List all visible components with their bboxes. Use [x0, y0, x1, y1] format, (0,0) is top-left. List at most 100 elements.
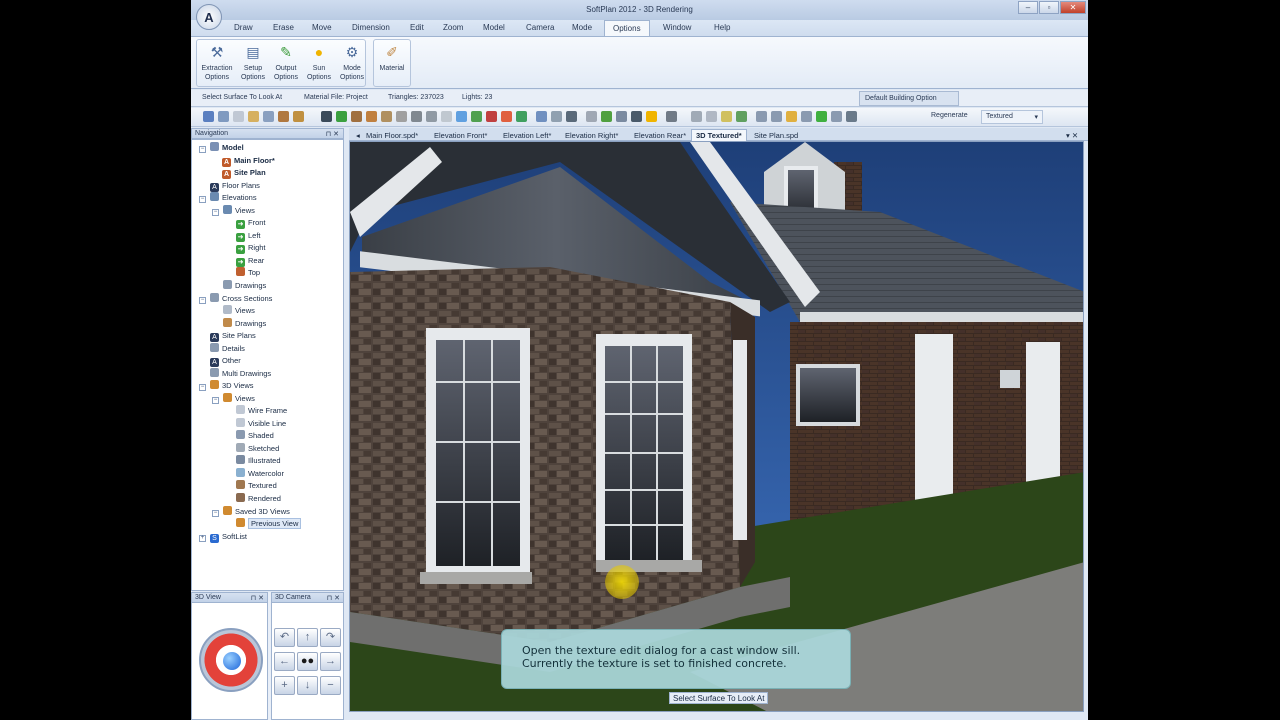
tool-tree-icon[interactable] — [336, 111, 347, 122]
tree-site-plan[interactable]: A Site Plan — [222, 167, 266, 179]
tool-settings-icon[interactable] — [831, 111, 842, 122]
tree-top[interactable]: Top — [236, 267, 260, 278]
tool-camera-icon[interactable] — [321, 111, 332, 122]
tab-elevation-front[interactable]: Elevation Front* — [429, 129, 492, 141]
tool-sky-icon[interactable] — [456, 111, 467, 122]
zoom-out-button[interactable]: − — [320, 676, 341, 695]
bay-window-right[interactable] — [733, 340, 747, 540]
window-sill-left[interactable] — [420, 572, 532, 584]
tree-elev-views[interactable]: Views — [223, 205, 255, 216]
tabs-menu-close-icon[interactable]: ▾ ✕ — [1061, 129, 1083, 141]
tree-cs-views[interactable]: Views — [223, 305, 255, 316]
menu-options[interactable]: Options — [604, 20, 650, 36]
tree-details[interactable]: Details — [210, 343, 245, 354]
tool-layer-icon[interactable] — [666, 111, 677, 122]
tree-3d-views[interactable]: 3D Views — [210, 380, 254, 391]
menu-help[interactable]: Help — [714, 23, 730, 32]
tree-saved-3d-views[interactable]: Saved 3D Views — [223, 506, 290, 517]
menu-camera[interactable]: Camera — [526, 23, 554, 32]
tool-hand-icon[interactable] — [721, 111, 732, 122]
tool-pencil-icon[interactable] — [486, 111, 497, 122]
tab-site-plan[interactable]: Site Plan.spd — [749, 129, 803, 141]
expander-icon[interactable]: + — [199, 535, 206, 542]
maximize-button[interactable]: ▫ — [1039, 1, 1059, 14]
tool-paste-icon[interactable] — [278, 111, 289, 122]
menu-mode[interactable]: Mode — [572, 23, 592, 32]
rotate-left-button[interactable]: ↶ — [274, 628, 295, 647]
tool-regenerate-icon[interactable] — [816, 111, 827, 122]
tree-elev-drawings[interactable]: Drawings — [223, 280, 266, 291]
expander-icon[interactable]: − — [199, 384, 206, 391]
tool-cut-icon[interactable] — [263, 111, 274, 122]
tree-other[interactable]: A Other — [210, 355, 241, 367]
app-logo-icon[interactable]: A — [196, 4, 222, 30]
tree-illustrated[interactable]: Illustrated — [236, 455, 281, 466]
tool-arrow-icon[interactable] — [516, 111, 527, 122]
extraction-options-button[interactable]: ⚒ Extraction Options — [199, 42, 235, 82]
tool-roof-icon[interactable] — [366, 111, 377, 122]
building-option-select[interactable]: Default Building Option — [859, 91, 959, 106]
tool-frame-icon[interactable] — [846, 111, 857, 122]
tool-shaded-icon[interactable] — [786, 111, 797, 122]
panel-pin-close-icon[interactable]: ⊓ ✕ — [327, 594, 340, 602]
tree-front[interactable]: ➜ Front — [236, 217, 266, 229]
tree-left[interactable]: ➜ Left — [236, 230, 261, 242]
joystick-center-icon[interactable] — [223, 652, 241, 670]
tree-softlist[interactable]: S SoftList — [210, 531, 247, 543]
tool-window-icon[interactable] — [396, 111, 407, 122]
tree-cross-sections[interactable]: Cross Sections — [210, 293, 272, 304]
tab-main-floor[interactable]: Main Floor.spd* — [361, 129, 423, 141]
binoculars-icon[interactable]: ●● — [297, 652, 318, 671]
tool-view-b-icon[interactable] — [771, 111, 782, 122]
tree-floor-plans[interactable]: A Floor Plans — [210, 180, 260, 192]
move-right-button[interactable]: → — [320, 652, 341, 671]
tool-stair-icon[interactable] — [426, 111, 437, 122]
tool-walk-icon[interactable] — [691, 111, 702, 122]
tool-dimension-icon[interactable] — [441, 111, 452, 122]
expander-icon[interactable]: − — [212, 209, 219, 216]
tool-copy-icon[interactable] — [233, 111, 244, 122]
tool-zoom-icon[interactable] — [736, 111, 747, 122]
tree-sketched[interactable]: Sketched — [236, 443, 279, 454]
tool-ground-icon[interactable] — [471, 111, 482, 122]
tree-cs-drawings[interactable]: Drawings — [223, 318, 266, 329]
tree-elevations[interactable]: Elevations — [210, 192, 257, 203]
tool-house-icon[interactable] — [351, 111, 362, 122]
tool-render-icon[interactable] — [801, 111, 812, 122]
move-back-button[interactable]: ↓ — [297, 676, 318, 695]
panel-pin-close-icon[interactable]: ⊓ ✕ — [326, 130, 339, 138]
tree-watercolor[interactable]: Watercolor — [236, 468, 284, 479]
tree-visible-line[interactable]: Visible Line — [236, 418, 286, 429]
tool-group-icon[interactable] — [293, 111, 304, 122]
tool-region-icon[interactable] — [551, 111, 562, 122]
minimize-button[interactable]: – — [1018, 1, 1038, 14]
move-forward-button[interactable]: ↑ — [297, 628, 318, 647]
menu-dimension[interactable]: Dimension — [352, 23, 390, 32]
tool-fly-icon[interactable] — [706, 111, 717, 122]
tool-move-icon[interactable] — [248, 111, 259, 122]
move-left-button[interactable]: ← — [274, 652, 295, 671]
expander-icon[interactable]: − — [212, 510, 219, 517]
tree-shaded[interactable]: Shaded — [236, 430, 274, 441]
menu-draw[interactable]: Draw — [234, 23, 253, 32]
tree-model[interactable]: Model — [210, 142, 244, 153]
regenerate-button[interactable]: Regenerate — [931, 112, 968, 119]
menu-model[interactable]: Model — [483, 23, 505, 32]
tool-view-icon[interactable] — [616, 111, 627, 122]
render-mode-select[interactable]: Textured ▾ — [981, 110, 1043, 124]
3d-viewport[interactable]: Open the texture edit dialog for a cast … — [349, 141, 1084, 712]
tree-site-plans[interactable]: A Site Plans — [210, 330, 256, 342]
tool-landscape-icon[interactable] — [601, 111, 612, 122]
tab-3d-textured[interactable]: 3D Textured* — [691, 129, 747, 141]
expander-icon[interactable]: − — [199, 146, 206, 153]
tool-light-icon[interactable] — [631, 111, 642, 122]
tree-rear[interactable]: ➜ Rear — [236, 255, 264, 267]
sun-options-button[interactable]: ● Sun Options — [301, 42, 337, 82]
menu-edit[interactable]: Edit — [410, 23, 424, 32]
panel-pin-close-icon[interactable]: ⊓ ✕ — [251, 594, 264, 602]
expander-icon[interactable]: − — [212, 397, 219, 404]
close-button[interactable]: ✕ — [1060, 1, 1086, 14]
tab-elevation-left[interactable]: Elevation Left* — [498, 129, 556, 141]
tool-door-icon[interactable] — [411, 111, 422, 122]
menu-erase[interactable]: Erase — [273, 23, 294, 32]
